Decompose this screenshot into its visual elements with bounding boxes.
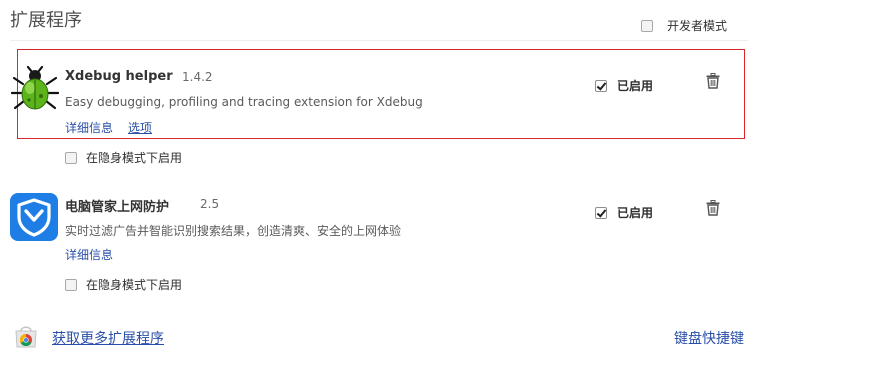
developer-mode-toggle[interactable]: 开发者模式 (641, 17, 727, 34)
enabled-checkbox[interactable] (595, 206, 607, 219)
enabled-label: 已启用 (617, 79, 654, 93)
incognito-label: 在隐身模式下启用 (86, 278, 183, 292)
incognito-checkbox[interactable] (65, 278, 77, 291)
bug-icon (10, 65, 60, 114)
extension-name: Xdebug helper (65, 69, 173, 84)
details-link[interactable]: 详细信息 (65, 119, 113, 136)
web-store-icon (13, 323, 39, 353)
extension-highlight-box (17, 49, 745, 139)
extension-description: 实时过滤广告并智能识别搜索结果，创造清爽、安全的上网体验 (65, 224, 402, 238)
shield-icon (10, 193, 58, 241)
extension-name: 电脑管家上网防护 (65, 200, 170, 215)
details-link[interactable]: 详细信息 (65, 246, 113, 263)
header-divider (10, 40, 748, 41)
extension-version: 1.4.2 (182, 70, 213, 84)
options-link[interactable]: 选项 (128, 119, 152, 136)
keyboard-shortcuts-link[interactable]: 键盘快捷键 (674, 328, 744, 348)
extension-description: Easy debugging, profiling and tracing ex… (65, 95, 423, 109)
enabled-checkbox[interactable] (595, 79, 607, 92)
store-row: 获取更多扩展程序 (13, 323, 164, 353)
incognito-checkbox[interactable] (65, 151, 77, 164)
get-more-extensions-link[interactable]: 获取更多扩展程序 (52, 328, 164, 348)
developer-mode-checkbox[interactable] (641, 19, 653, 32)
incognito-toggle[interactable]: 在隐身模式下启用 (65, 149, 182, 166)
incognito-toggle[interactable]: 在隐身模式下启用 (65, 276, 182, 293)
enabled-toggle[interactable]: 已启用 (595, 77, 653, 94)
extension-version: 2.5 (200, 197, 220, 211)
developer-mode-label: 开发者模式 (667, 19, 728, 33)
incognito-label: 在隐身模式下启用 (86, 151, 183, 165)
trash-icon[interactable] (706, 200, 720, 216)
enabled-label: 已启用 (617, 206, 654, 220)
page-title: 扩展程序 (10, 10, 82, 31)
trash-icon[interactable] (706, 73, 720, 89)
enabled-toggle[interactable]: 已启用 (595, 204, 653, 221)
